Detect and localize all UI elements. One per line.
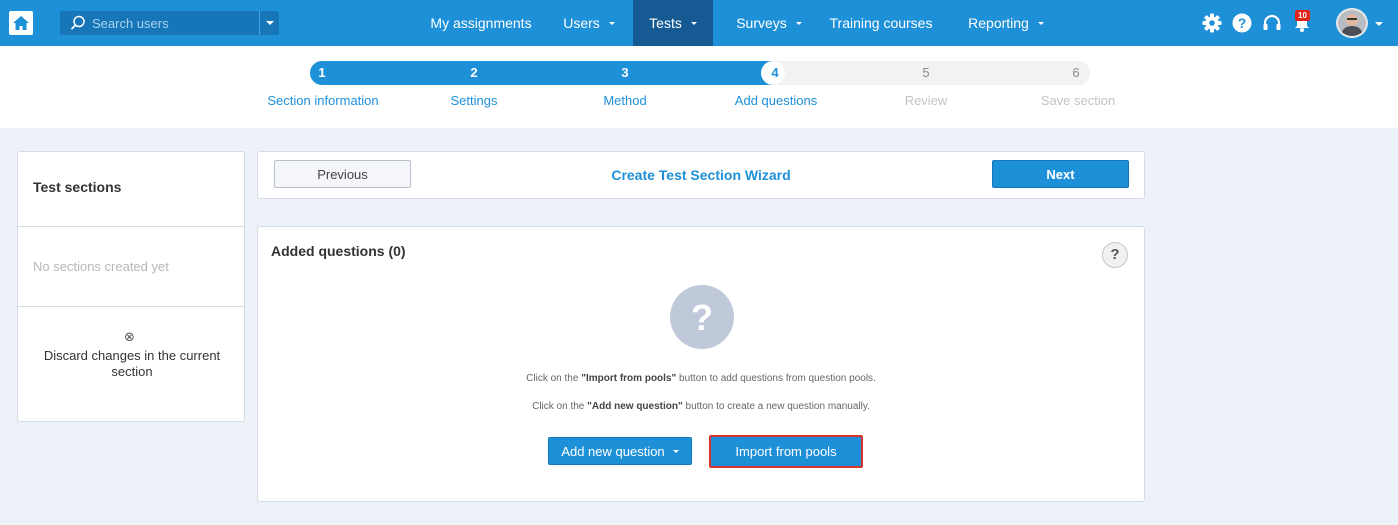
avatar[interactable] <box>1336 8 1368 38</box>
user-menu-dropdown[interactable] <box>1375 22 1383 26</box>
help-button[interactable]: ? <box>1230 11 1254 35</box>
search-box <box>60 11 259 35</box>
button-label: Add new question <box>561 443 665 459</box>
chevron-down-icon <box>690 21 697 25</box>
step-number-3: 3 <box>621 65 629 80</box>
nav-label: My assignments <box>430 15 532 31</box>
top-navigation-bar: My assignments Users Tests Surveys Train… <box>0 0 1398 46</box>
gear-icon <box>1202 13 1222 33</box>
chevron-down-icon <box>795 21 802 25</box>
nav-tests[interactable]: Tests <box>633 0 713 46</box>
step-label-add-questions[interactable]: Add questions <box>696 93 856 108</box>
chevron-down-icon <box>1037 21 1044 25</box>
nav-label: Reporting <box>968 15 1029 31</box>
next-button[interactable]: Next <box>992 160 1129 188</box>
search-scope-dropdown[interactable] <box>259 11 279 35</box>
wizard-title: Create Test Section Wizard <box>611 167 791 183</box>
panel-title: Added questions (0) <box>271 243 406 259</box>
chevron-down-icon <box>672 449 679 453</box>
question-placeholder-icon: ? <box>670 285 734 349</box>
nav-training-courses[interactable]: Training courses <box>822 0 940 46</box>
help-icon[interactable]: ? <box>1102 242 1128 268</box>
step-label-section-information[interactable]: Section information <box>243 93 403 108</box>
nav-label: Users <box>563 15 600 31</box>
notification-count-badge: 10 <box>1295 10 1310 21</box>
empty-sections-text: No sections created yet <box>33 259 169 274</box>
panel-title: Test sections <box>33 179 122 195</box>
nav-label: Tests <box>649 15 682 31</box>
help-icon: ? <box>1232 13 1252 33</box>
step-label-save-section: Save section <box>1040 93 1116 108</box>
chevron-down-icon <box>266 21 274 25</box>
user-avatar-icon <box>1338 10 1366 36</box>
divider <box>18 226 244 227</box>
added-questions-panel: Added questions (0) ? ? Click on the "Im… <box>257 226 1145 502</box>
home-button[interactable] <box>9 11 33 35</box>
test-sections-panel: Test sections No sections created yet ⊗ … <box>17 151 245 422</box>
support-button[interactable] <box>1260 11 1284 35</box>
chevron-down-icon <box>608 21 615 25</box>
nav-users[interactable]: Users <box>556 0 622 46</box>
import-from-pools-button[interactable]: Import from pools <box>709 435 863 468</box>
home-icon <box>13 16 29 30</box>
import-hint-text: Click on the "Import from pools" button … <box>526 373 876 384</box>
svg-text:?: ? <box>691 297 713 337</box>
nav-label: Training courses <box>829 15 933 31</box>
divider <box>18 306 244 307</box>
step-label-method[interactable]: Method <box>545 93 705 108</box>
discard-changes-link[interactable]: Discard changes in the current section <box>32 348 232 380</box>
step-number-4: 4 <box>771 65 779 80</box>
wizard-toolbar: Previous Create Test Section Wizard Next <box>257 151 1145 199</box>
step-number-5: 5 <box>922 65 930 80</box>
headset-icon <box>1263 14 1281 30</box>
step-number-1: 1 <box>318 65 326 80</box>
add-new-question-button[interactable]: Add new question <box>548 437 692 465</box>
nav-label: Surveys <box>736 15 787 31</box>
settings-button[interactable] <box>1200 11 1224 35</box>
step-number-2: 2 <box>470 65 478 80</box>
step-label-review: Review <box>904 93 948 108</box>
search-users-input[interactable] <box>92 11 252 35</box>
nav-surveys[interactable]: Surveys <box>725 0 813 46</box>
search-icon <box>70 15 85 30</box>
stepper-progress <box>310 61 775 85</box>
add-hint-text: Click on the "Add new question" button t… <box>532 401 870 412</box>
svg-text:?: ? <box>1238 15 1247 31</box>
nav-reporting[interactable]: Reporting <box>958 0 1054 46</box>
step-number-6: 6 <box>1072 65 1080 80</box>
question-mark-icon: ? <box>691 297 713 337</box>
nav-my-assignments[interactable]: My assignments <box>420 0 542 46</box>
step-label-settings[interactable]: Settings <box>394 93 554 108</box>
discard-icon[interactable]: ⊗ <box>124 329 135 345</box>
previous-button[interactable]: Previous <box>274 160 411 188</box>
